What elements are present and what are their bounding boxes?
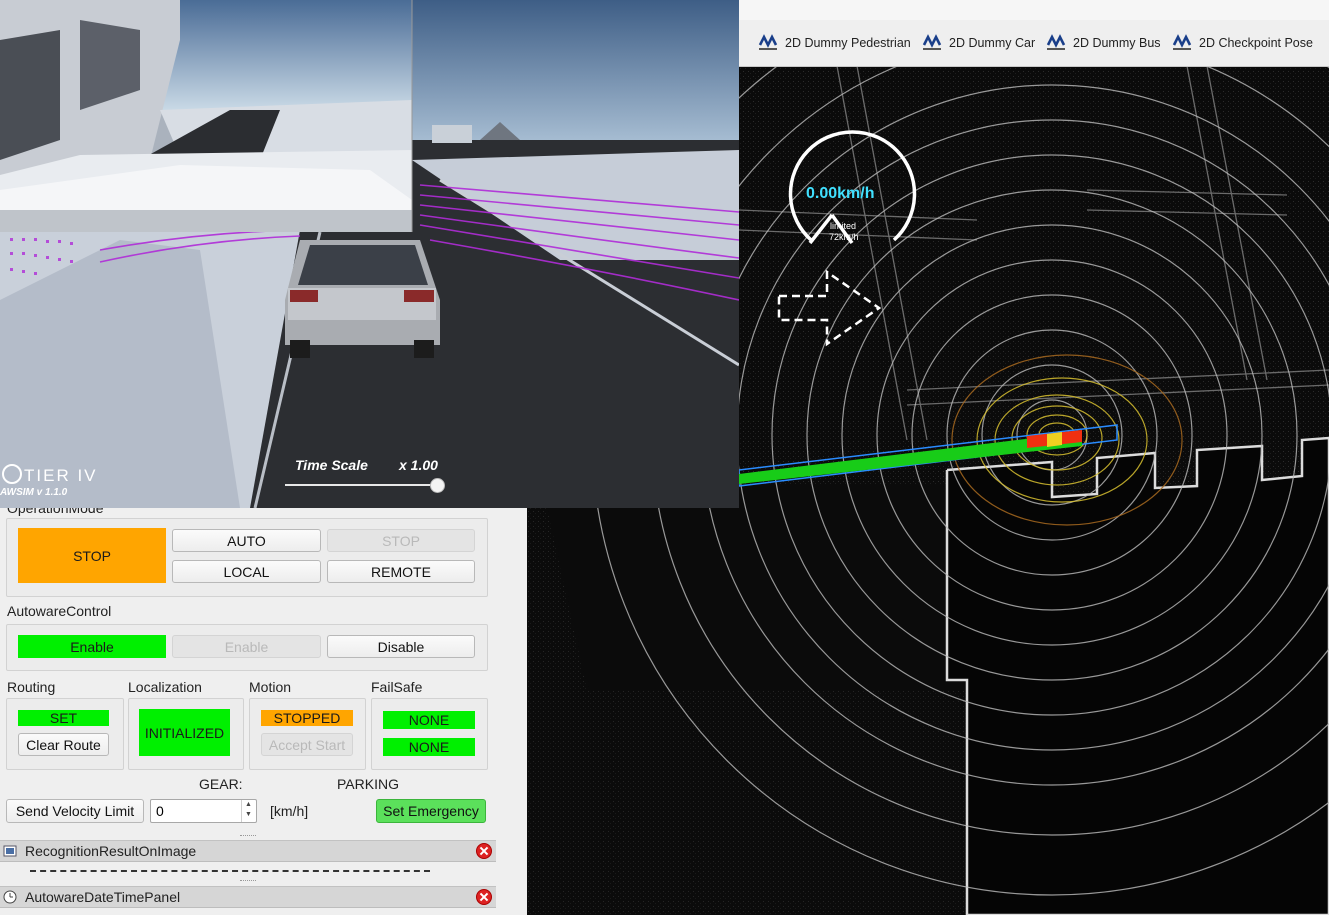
- autoware-icon: [921, 33, 943, 53]
- accept-start-button[interactable]: Accept Start: [261, 733, 353, 756]
- dock-autoware-date-time-panel[interactable]: AutowareDateTimePanel: [0, 886, 496, 908]
- simulator-scene: [0, 0, 739, 508]
- localization-state: INITIALIZED: [139, 709, 230, 756]
- failsafe-group: [371, 698, 488, 770]
- disable-button[interactable]: Disable: [327, 635, 475, 658]
- spin-down-icon[interactable]: ▼: [245, 811, 252, 818]
- time-scale-label: Time Scale: [295, 457, 368, 473]
- dock-splitter-handle[interactable]: [240, 880, 256, 884]
- send-velocity-limit-button[interactable]: Send Velocity Limit: [6, 799, 144, 823]
- dock-content-preview: [30, 870, 430, 874]
- tool-2d-dummy-car[interactable]: 2D Dummy Car: [921, 30, 1035, 56]
- dock-title: AutowareDateTimePanel: [25, 889, 181, 905]
- speed-readout: 0.00km/h: [806, 185, 875, 202]
- clear-route-button[interactable]: Clear Route: [18, 733, 109, 756]
- local-button[interactable]: LOCAL: [172, 560, 321, 583]
- spin-up-icon[interactable]: ▲: [245, 801, 252, 808]
- failsafe-state-2: NONE: [383, 738, 475, 756]
- close-icon[interactable]: [476, 889, 492, 905]
- motion-title: Motion: [249, 679, 292, 695]
- parking-label: PARKING: [337, 776, 399, 792]
- dock-title: RecognitionResultOnImage: [25, 843, 197, 859]
- tool-label: 2D Dummy Bus: [1073, 36, 1161, 50]
- time-scale-slider-track[interactable]: [285, 484, 437, 486]
- failsafe-title: FailSafe: [371, 679, 423, 695]
- motion-state: STOPPED: [261, 710, 353, 726]
- dock-recognition-result-on-image[interactable]: RecognitionResultOnImage: [0, 840, 496, 862]
- tool-label: 2D Dummy Pedestrian: [785, 36, 911, 50]
- autoware-icon: [1045, 33, 1067, 53]
- tool-2d-dummy-bus[interactable]: 2D Dummy Bus: [1045, 30, 1161, 56]
- tool-2d-dummy-pedestrian[interactable]: 2D Dummy Pedestrian: [757, 30, 911, 56]
- awsim-version: AWSIM v 1.1.0: [0, 487, 68, 498]
- stop-button[interactable]: STOP: [327, 529, 475, 552]
- image-icon: [3, 845, 17, 857]
- tier-iv-logo: TIER IV: [2, 464, 98, 486]
- clock-icon: [3, 890, 17, 904]
- autoware-state-panel: OperationMode STOP AUTO STOP LOCAL REMOT…: [0, 508, 527, 915]
- remote-button[interactable]: REMOTE: [327, 560, 475, 583]
- dock-splitter-handle[interactable]: [240, 835, 256, 839]
- tool-label: 2D Dummy Car: [949, 36, 1036, 50]
- tool-label: 2D Checkpoint Pose: [1199, 36, 1313, 50]
- spinbox-arrows[interactable]: ▲ ▼: [241, 800, 256, 822]
- speed-limit-label: limited: [830, 221, 857, 231]
- tool-bar: 2D Dummy Pedestrian 2D Dummy Car 2D Dumm…: [739, 20, 1329, 67]
- routing-state: SET: [18, 710, 109, 726]
- velocity-limit-spinbox[interactable]: ▲ ▼: [150, 799, 257, 823]
- ego-vehicle: [285, 240, 440, 358]
- simulator-window[interactable]: TIER IV AWSIM v 1.1.0 Time Scale x 1.00: [0, 0, 739, 508]
- velocity-limit-input[interactable]: [151, 800, 240, 821]
- set-emergency-button[interactable]: Set Emergency: [376, 799, 486, 823]
- auto-button[interactable]: AUTO: [172, 529, 321, 552]
- autoware-control-state: Enable: [18, 635, 166, 658]
- close-icon[interactable]: [476, 843, 492, 859]
- enable-button[interactable]: Enable: [172, 635, 321, 658]
- autoware-icon: [757, 33, 779, 53]
- failsafe-state-1: NONE: [383, 711, 475, 729]
- toolbar-top-strip: [739, 0, 1329, 20]
- tier-iv-mark-icon: [2, 464, 22, 484]
- gear-label: GEAR:: [199, 776, 243, 792]
- time-scale-slider-handle[interactable]: [430, 478, 445, 493]
- velocity-unit: [km/h]: [270, 803, 309, 819]
- time-scale-value: x 1.00: [399, 457, 438, 473]
- autoware-icon: [1171, 33, 1193, 53]
- tool-2d-checkpoint-pose[interactable]: 2D Checkpoint Pose: [1171, 30, 1313, 56]
- speed-limit-value: 72km/h: [829, 232, 859, 242]
- routing-title: Routing: [7, 679, 56, 695]
- operation-mode-state: STOP: [18, 528, 166, 583]
- localization-title: Localization: [128, 679, 202, 695]
- autoware-control-title: AutowareControl: [7, 603, 112, 619]
